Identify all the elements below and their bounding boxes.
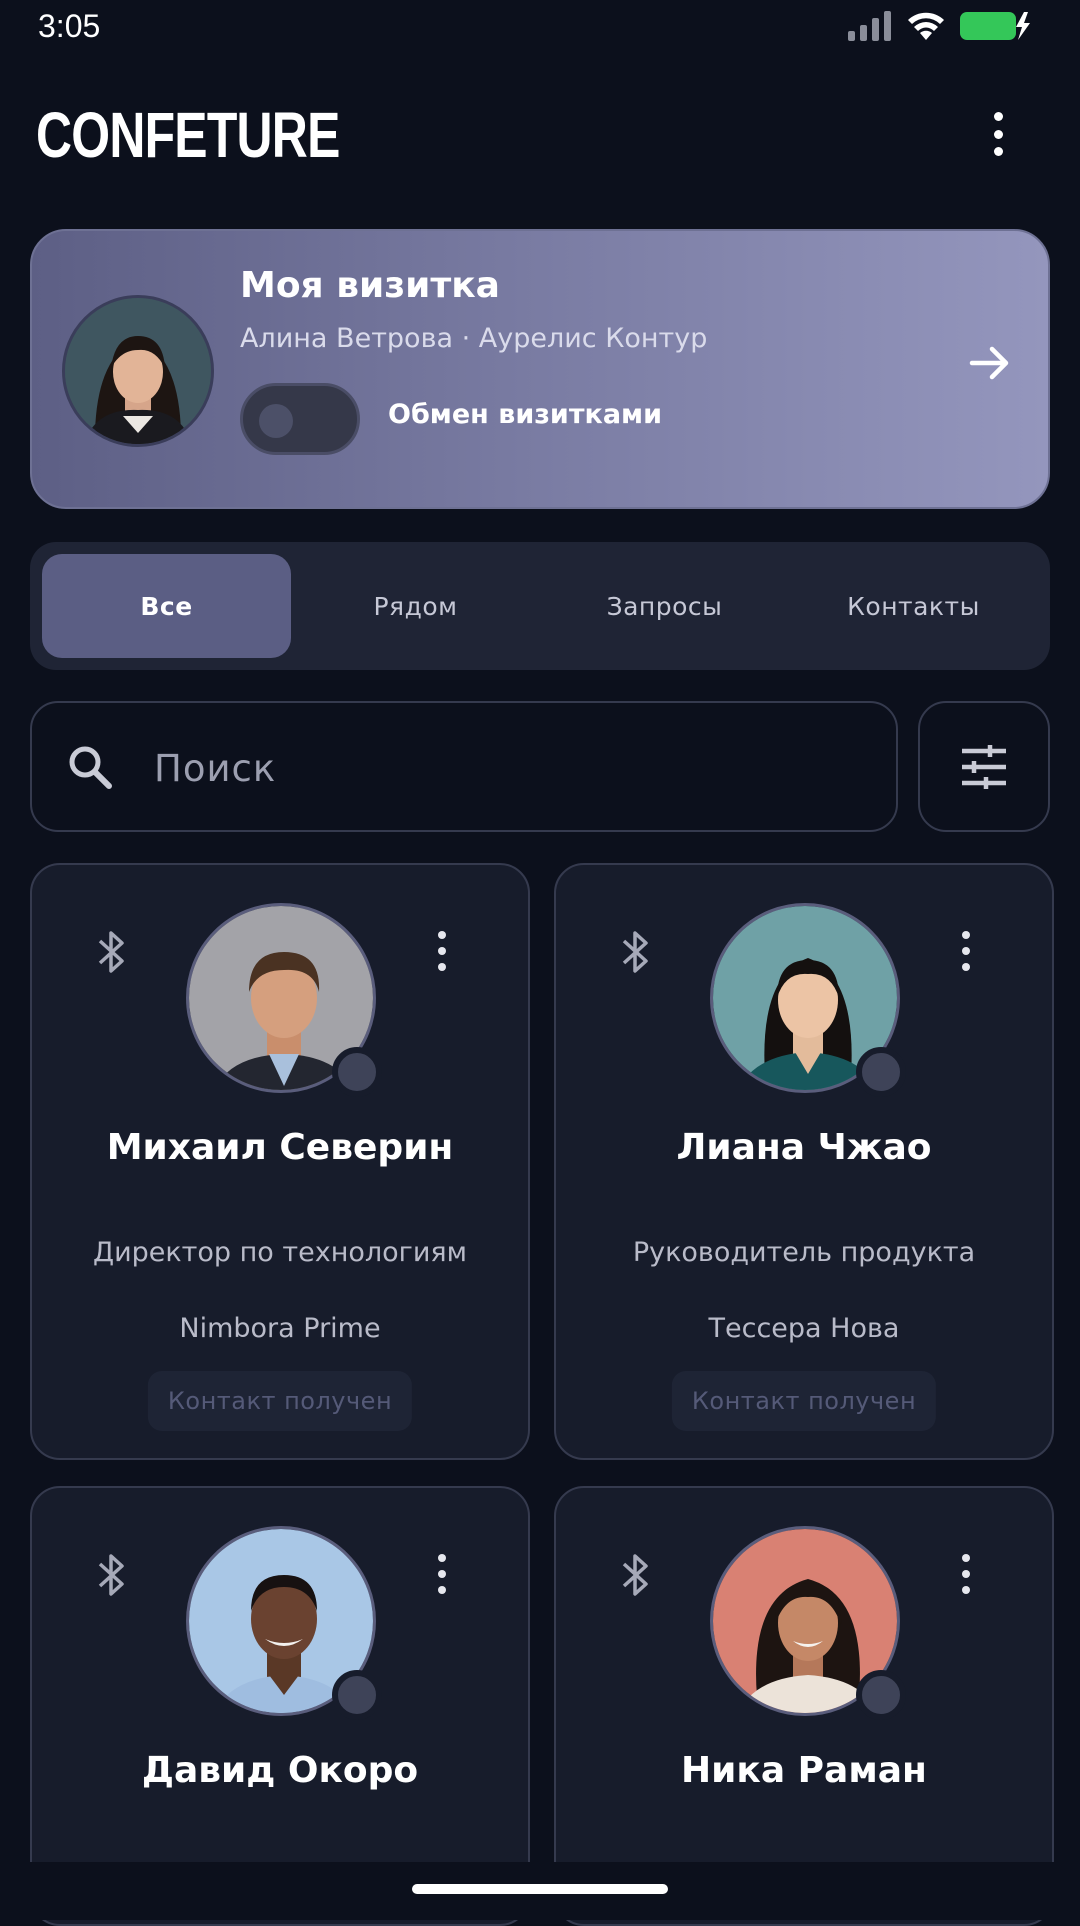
more-menu-icon[interactable]: [988, 112, 1008, 156]
exchange-toggle[interactable]: [240, 383, 360, 455]
contact-company: Nimbora Prime: [179, 1313, 381, 1344]
contact-role: Руководитель продукта: [632, 1237, 976, 1268]
exchange-label: Обмен визитками: [388, 399, 663, 430]
contact-name: Лиана Чжао: [676, 1127, 932, 1168]
contact-role: Директор по технологиям: [92, 1237, 468, 1268]
contact-card[interactable]: Лиана Чжао Руководитель продукта Тессера…: [554, 863, 1054, 1460]
presence-indicator: [856, 1047, 906, 1097]
arrow-right-icon[interactable]: [966, 339, 1014, 387]
card-more-icon[interactable]: [436, 1554, 448, 1594]
contact-name: Давид Окоро: [141, 1750, 419, 1791]
presence-indicator: [332, 1670, 382, 1720]
contact-company: Тессера Нова: [708, 1313, 900, 1344]
wifi-icon: [908, 12, 944, 40]
card-more-icon[interactable]: [960, 1554, 972, 1594]
status-time: 3:05: [38, 8, 101, 44]
home-indicator[interactable]: [412, 1884, 668, 1894]
status-icons: [848, 10, 1032, 42]
status-badge: Контакт получен: [671, 1371, 937, 1431]
status-badge: Контакт получен: [147, 1371, 413, 1431]
contact-name: Ника Раман: [681, 1750, 927, 1791]
search-input[interactable]: [152, 733, 856, 803]
search-box[interactable]: [30, 701, 898, 832]
contact-name: Михаил Северин: [106, 1127, 454, 1168]
signal-icon: [848, 11, 891, 41]
battery-charging-icon: [960, 12, 1030, 40]
tab-nearby[interactable]: Рядом: [291, 554, 540, 658]
tab-bar: Все Рядом Запросы Контакты: [30, 542, 1050, 670]
bluetooth-icon: [98, 931, 124, 973]
tab-requests[interactable]: Запросы: [540, 554, 789, 658]
my-card-title: Моя визитка: [240, 265, 500, 306]
bluetooth-icon: [98, 1554, 124, 1596]
tab-all[interactable]: Все: [42, 554, 291, 658]
search-icon: [69, 746, 112, 789]
my-card-subtitle: Алина Ветрова · Аурелис Контур: [240, 323, 708, 354]
card-more-icon[interactable]: [436, 931, 448, 971]
filter-button[interactable]: [918, 701, 1050, 832]
bluetooth-icon: [622, 1554, 648, 1596]
app-logo: CONFETURE: [36, 99, 340, 171]
tab-contacts[interactable]: Контакты: [789, 554, 1038, 658]
avatar: [62, 295, 214, 447]
presence-indicator: [856, 1670, 906, 1720]
card-more-icon[interactable]: [960, 931, 972, 971]
contact-card[interactable]: Давид Окоро: [30, 1486, 530, 1926]
filter-sliders-icon: [962, 744, 1006, 789]
my-business-card[interactable]: Моя визитка Алина Ветрова · Аурелис Конт…: [30, 229, 1050, 509]
presence-indicator: [332, 1047, 382, 1097]
contact-card[interactable]: Ника Раман: [554, 1486, 1054, 1926]
bluetooth-icon: [622, 931, 648, 973]
contact-card[interactable]: Михаил Северин Директор по технологиям N…: [30, 863, 530, 1460]
